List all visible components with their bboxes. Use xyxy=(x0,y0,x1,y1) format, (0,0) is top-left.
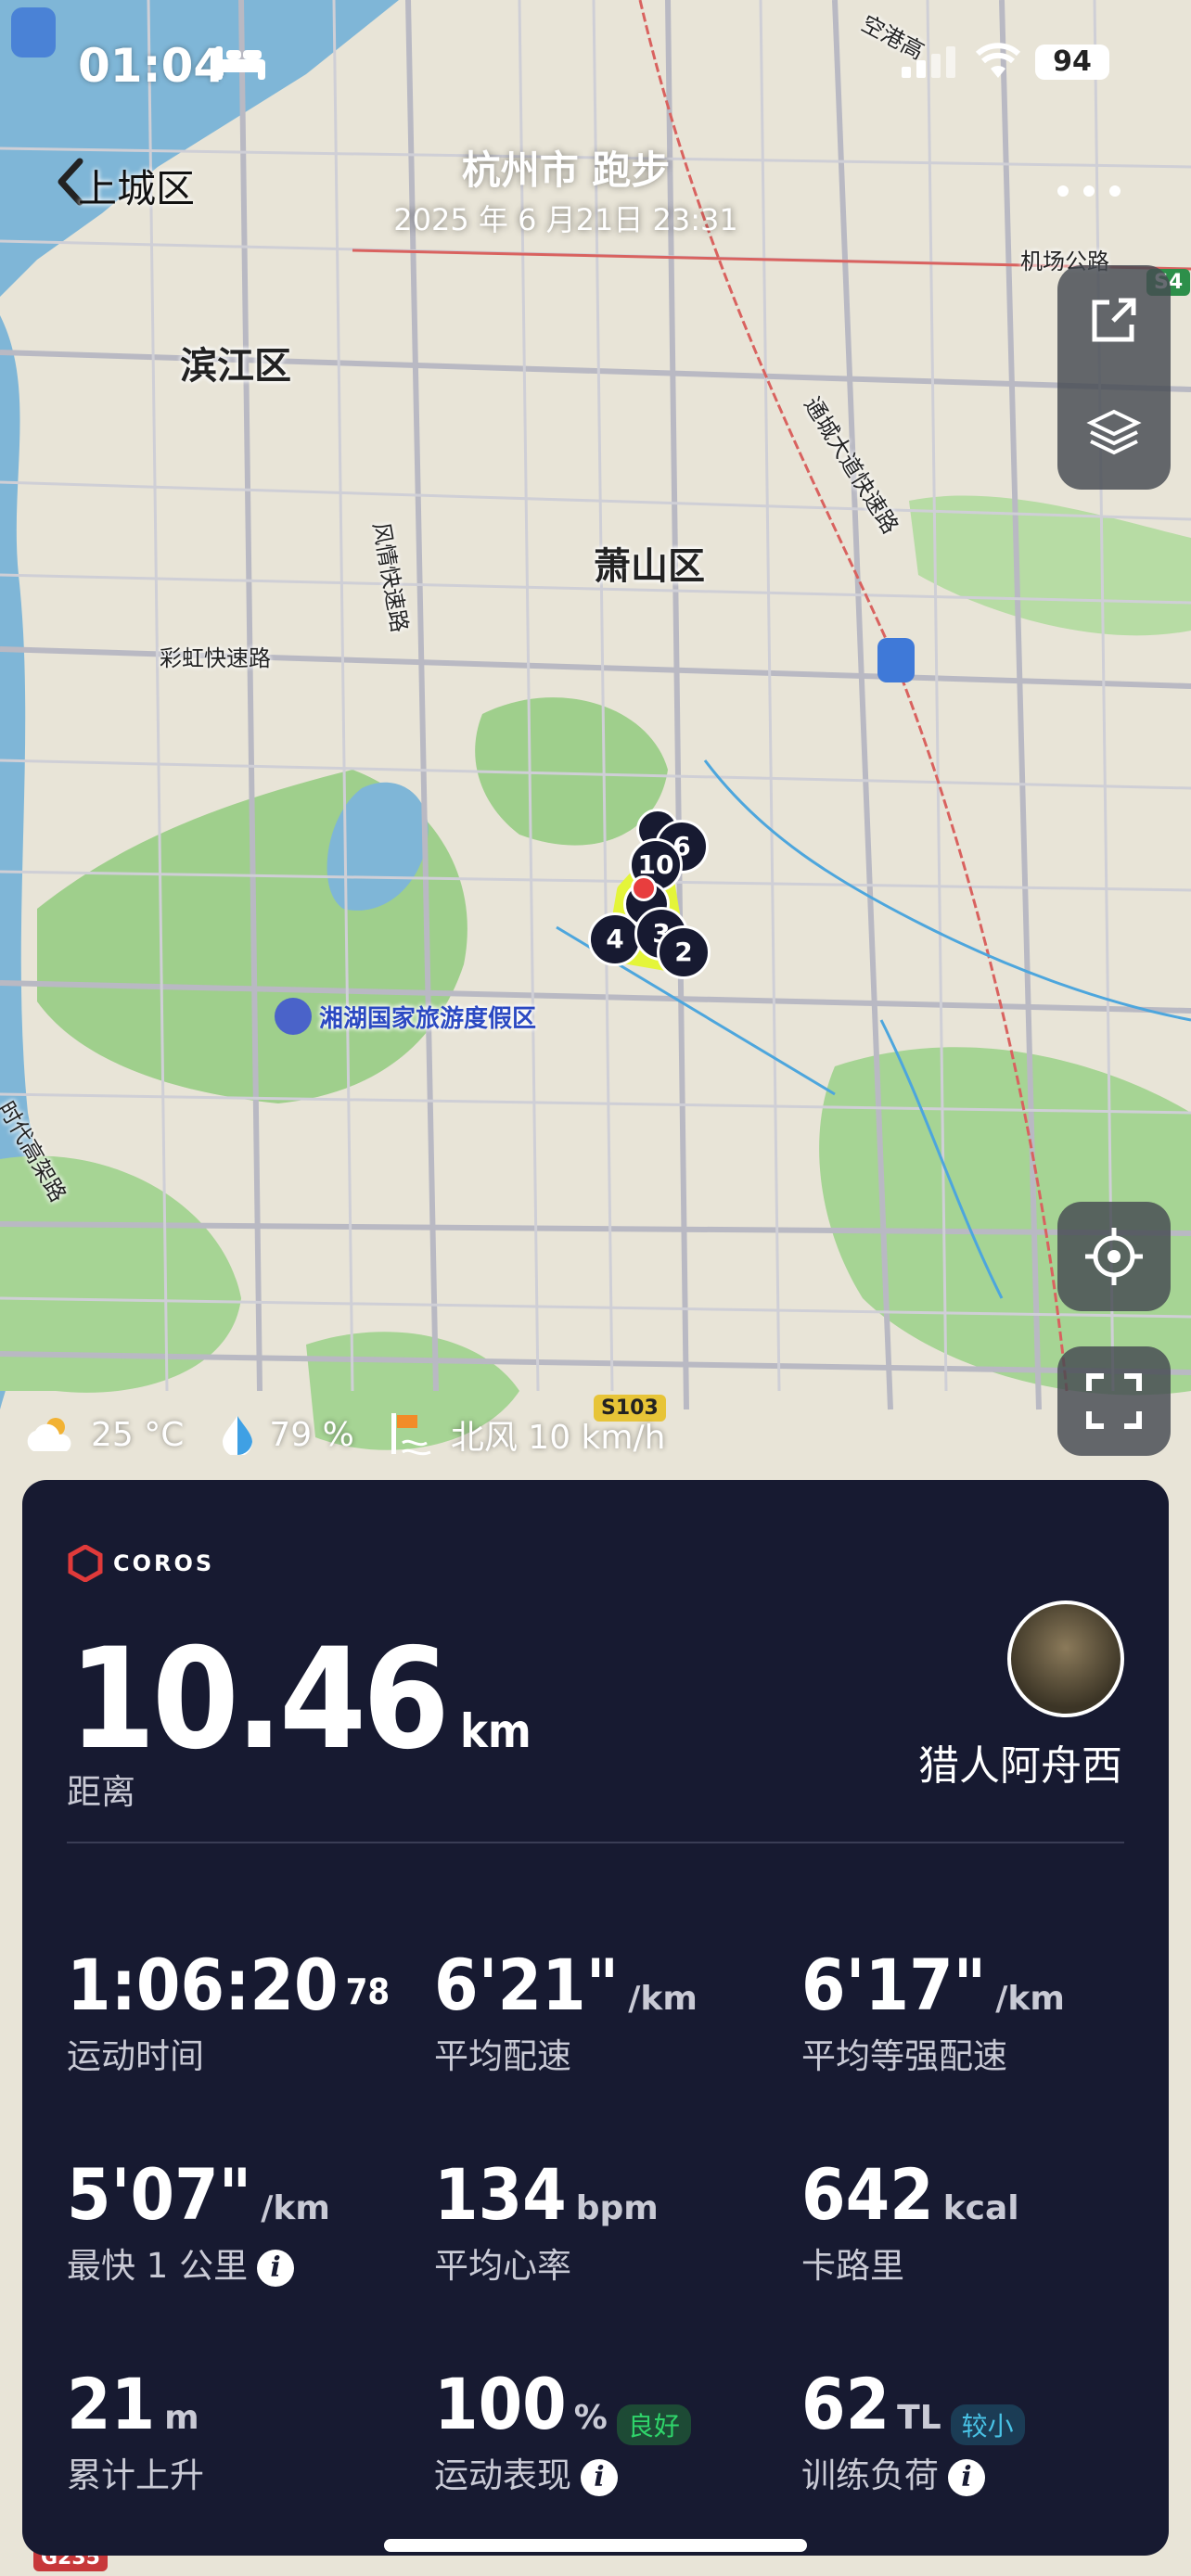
weather-wind: 北风 10 km/h xyxy=(450,1419,666,1457)
metric-label: 累计上升 xyxy=(67,2455,204,2495)
user-name[interactable]: 猎人阿舟西 xyxy=(918,1732,1122,1792)
map-layers-icon[interactable] xyxy=(1085,404,1143,462)
humidity-icon xyxy=(223,1416,253,1455)
train-station-icon[interactable] xyxy=(877,638,915,682)
weather-temp: 25 °C xyxy=(91,1415,185,1454)
app-indicator-icon xyxy=(11,7,56,57)
distance-block: 10.46 km xyxy=(69,1619,531,1780)
sleep-focus-icon xyxy=(215,46,265,80)
info-icon[interactable]: i xyxy=(948,2458,985,2496)
metric-value: 6'21" xyxy=(434,1944,620,2026)
battery-indicator: 94 xyxy=(1035,45,1109,80)
metric-label: 训练负荷 xyxy=(801,2455,939,2495)
status-time: 01:04 xyxy=(78,39,226,93)
locate-button[interactable] xyxy=(1057,1202,1171,1311)
start-point-icon xyxy=(631,875,657,901)
cellular-signal-icon xyxy=(902,46,955,78)
distance-label: 距离 xyxy=(67,1772,135,1812)
divider xyxy=(67,1842,1124,1843)
poi-xianghu-label: 湘湖国家旅游度假区 xyxy=(319,1004,537,1033)
metric-label: 卡路里 xyxy=(801,2246,904,2286)
user-avatar[interactable] xyxy=(1007,1600,1124,1717)
route-marker-2[interactable]: 2 xyxy=(657,925,711,979)
distance-value: 10.46 xyxy=(69,1619,450,1780)
metric-duration: 1:06:20 78 运动时间 xyxy=(67,1944,390,2078)
metric-value: 1:06:20 xyxy=(67,1944,339,2026)
metric-label: 运动表现 xyxy=(434,2455,571,2495)
metric-unit: kcal xyxy=(942,2189,1019,2227)
more-options-icon[interactable] xyxy=(1056,184,1122,198)
map-label-binjiang: 滨江区 xyxy=(180,345,291,388)
brand-name: COROS xyxy=(113,1550,215,1576)
cloud-sun-icon xyxy=(27,1418,71,1451)
brand-logo: COROS xyxy=(67,1545,214,1582)
metric-unit: /km xyxy=(628,1980,698,2018)
page-subtitle: 2025 年 6 月21日 23:31 xyxy=(393,202,738,237)
metric-value: 21 xyxy=(67,2363,156,2445)
wind-icon xyxy=(391,1413,431,1456)
activity-summary-card: COROS 10.46 km 距离 猎人阿舟西 1:06:20 78 运动时间 6… xyxy=(22,1480,1169,2556)
metric-value: 642 xyxy=(801,2153,934,2236)
metric-elevation-gain: 21 m 累计上升 xyxy=(67,2363,204,2497)
weather-row: 25 °C 79 % 北风 10 km/h xyxy=(22,1411,665,1458)
info-icon[interactable]: i xyxy=(257,2249,295,2287)
metric-unit: bpm xyxy=(575,2189,659,2227)
metric-grade-adjusted-pace: 6'17"/km 平均等强配速 xyxy=(801,1944,1065,2078)
metric-performance: 100% 良好 运动表现 i xyxy=(434,2363,691,2497)
metric-unit: /km xyxy=(995,1980,1065,2018)
fullscreen-button[interactable] xyxy=(1057,1346,1171,1456)
map-tools-panel xyxy=(1057,265,1171,490)
fullscreen-icon xyxy=(1086,1373,1142,1429)
share-icon[interactable] xyxy=(1085,291,1143,349)
metric-training-load: 62 TL 较小 训练负荷 i xyxy=(801,2363,1025,2497)
metric-value: 62 xyxy=(801,2363,890,2445)
metric-fastest-km: 5'07"/km 最快 1 公里 i xyxy=(67,2153,330,2288)
metric-sup: 78 xyxy=(345,1970,391,2012)
metric-value: 5'07" xyxy=(67,2153,252,2236)
metric-calories: 642 kcal 卡路里 xyxy=(801,2153,1019,2288)
metric-unit: TL xyxy=(897,2399,941,2437)
locate-icon xyxy=(1085,1228,1143,1285)
metric-unit: % xyxy=(573,2399,608,2437)
wifi-icon xyxy=(976,43,1020,78)
metric-label: 最快 1 公里 xyxy=(67,2246,249,2286)
metric-value: 134 xyxy=(434,2153,567,2236)
poi-xianghu[interactable]: 湘湖国家旅游度假区 xyxy=(275,998,536,1035)
metric-label: 平均心率 xyxy=(434,2246,571,2286)
training-load-badge: 较小 xyxy=(950,2404,1025,2445)
map-label-caihong: 彩虹快速路 xyxy=(160,645,271,671)
route-marker-4[interactable]: 4 xyxy=(588,912,642,966)
home-indicator[interactable] xyxy=(384,2539,807,2552)
distance-unit: km xyxy=(459,1704,531,1758)
map-label-xiaoshan: 萧山区 xyxy=(594,545,705,588)
coros-logo-icon xyxy=(68,1545,103,1582)
metric-label: 平均配速 xyxy=(434,2036,571,2076)
metric-unit: /km xyxy=(261,2189,330,2227)
metric-avg-heart-rate: 134 bpm 平均心率 xyxy=(434,2153,659,2288)
weather-humidity: 79 % xyxy=(269,1415,354,1454)
poi-icon xyxy=(275,998,312,1035)
metric-value: 100 xyxy=(434,2363,567,2445)
metric-value: 6'17" xyxy=(801,1944,987,2026)
metric-label: 运动时间 xyxy=(67,2036,204,2076)
info-icon[interactable]: i xyxy=(581,2458,618,2496)
metric-unit: m xyxy=(164,2399,199,2437)
page-title: 杭州市 跑步 xyxy=(461,147,671,193)
metric-label: 平均等强配速 xyxy=(801,2036,1007,2076)
metric-avg-pace: 6'21"/km 平均配速 xyxy=(434,1944,698,2078)
performance-badge: 良好 xyxy=(616,2404,691,2445)
